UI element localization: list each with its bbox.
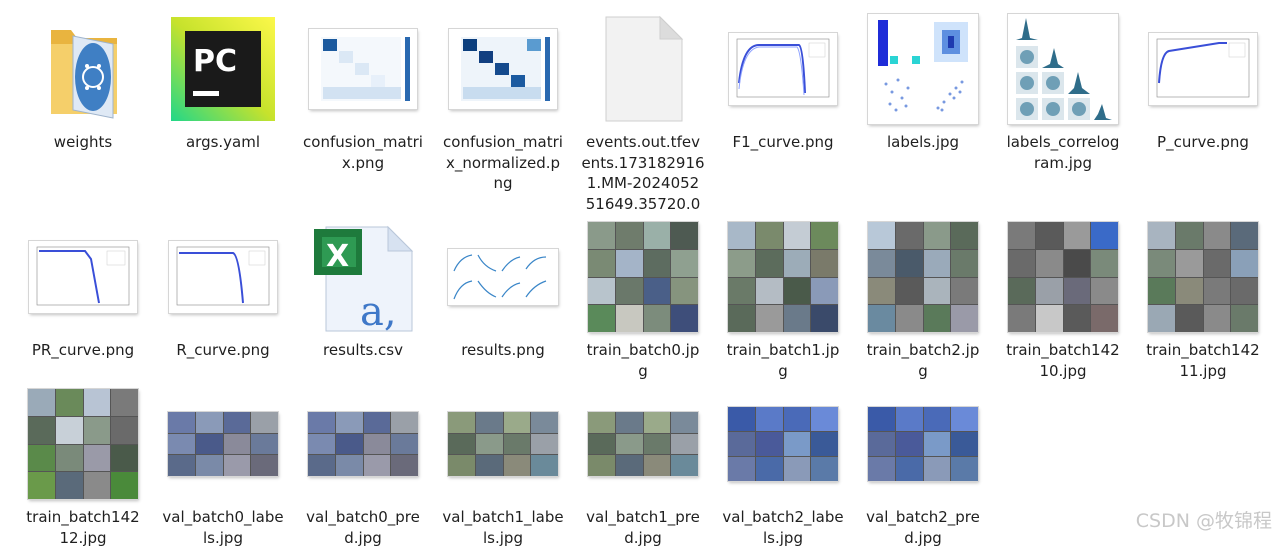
image-thumbnail-icon xyxy=(298,385,428,503)
image-thumbnail-icon xyxy=(858,218,988,336)
watermark: CSDN @牧锦程 xyxy=(1135,510,1272,532)
image-thumbnail-icon xyxy=(438,385,568,503)
generic-file-icon xyxy=(578,10,708,128)
excel-glyph: X xyxy=(326,239,349,274)
folder-icon xyxy=(18,10,148,128)
file-name: confusion_matri x_normalized.p ng xyxy=(443,133,563,192)
image-thumbnail-icon xyxy=(718,10,848,128)
file-name: PR_curve.png xyxy=(31,341,135,359)
image-thumbnail-icon xyxy=(1138,10,1268,128)
image-thumbnail-icon xyxy=(158,385,288,503)
csv-glyph: a, xyxy=(360,289,397,333)
image-thumbnail-icon xyxy=(858,385,988,503)
file-name: P_curve.png xyxy=(1157,133,1249,151)
file-name: results.csv xyxy=(323,341,403,359)
file-name: R_curve.png xyxy=(176,341,270,359)
image-thumbnail-icon xyxy=(18,385,148,503)
file-name: labels_correlog ram.jpg xyxy=(1006,133,1120,172)
file-name: train_batch142 10.jpg xyxy=(1006,341,1120,380)
file-name: events.out.tfev ents.173182916 1.MM-2024… xyxy=(581,133,705,213)
image-thumbnail-icon xyxy=(438,218,568,336)
image-thumbnail-icon xyxy=(998,218,1128,336)
file-name: confusion_matri x.png xyxy=(303,133,423,172)
image-thumbnail-icon xyxy=(578,218,708,336)
image-thumbnail-icon xyxy=(578,385,708,503)
file-name: train_batch0.jp g xyxy=(586,341,700,380)
image-thumbnail-icon xyxy=(158,218,288,336)
file-name: results.png xyxy=(461,341,545,359)
file-name: weights xyxy=(53,133,113,151)
file-name: train_batch2.jp g xyxy=(866,341,980,380)
file-name: F1_curve.png xyxy=(732,133,834,151)
file-name: train_batch142 11.jpg xyxy=(1146,341,1260,380)
file-name: args.yaml xyxy=(185,133,261,151)
image-thumbnail-icon xyxy=(718,385,848,503)
pycharm-icon: PC xyxy=(158,10,288,128)
image-thumbnail-icon xyxy=(718,218,848,336)
image-thumbnail-icon xyxy=(18,218,148,336)
image-thumbnail-icon xyxy=(998,10,1128,128)
pycharm-glyph: PC xyxy=(193,44,237,79)
image-thumbnail-icon xyxy=(438,10,568,128)
file-name: train_batch1.jp g xyxy=(726,341,840,380)
image-thumbnail-icon xyxy=(1138,218,1268,336)
excel-csv-icon: X a, xyxy=(298,218,428,336)
image-thumbnail-icon xyxy=(298,10,428,128)
image-thumbnail-icon xyxy=(858,10,988,128)
file-name: labels.jpg xyxy=(886,133,960,151)
